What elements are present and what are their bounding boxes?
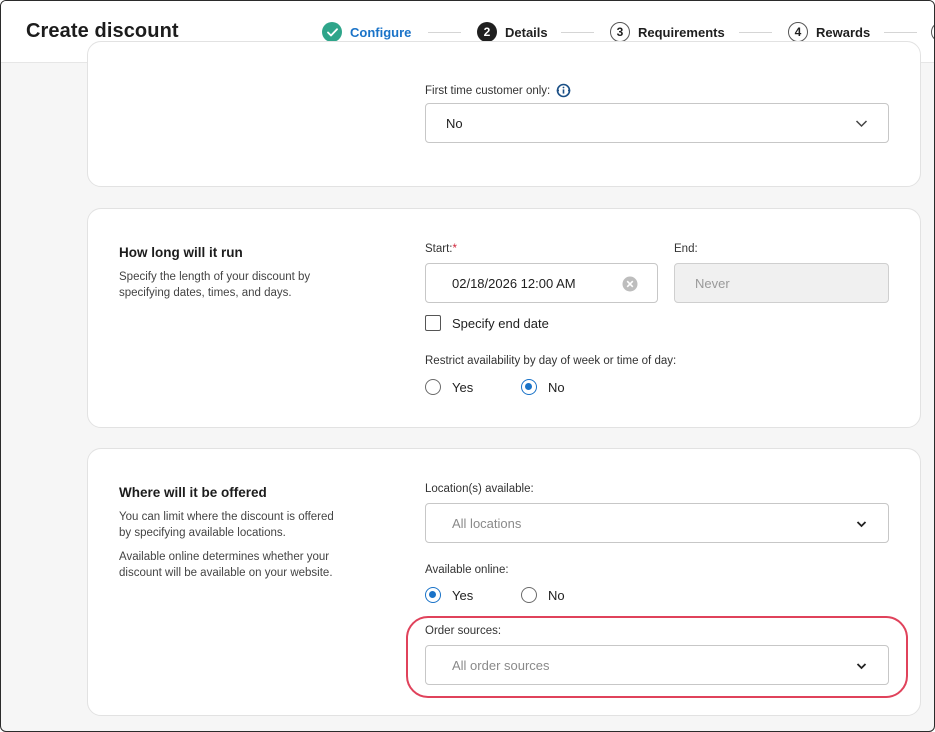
required-mark: * [452, 243, 457, 255]
app-window: Create discount Configure 2 Details 3 Re… [0, 0, 935, 732]
step-number: 3 [610, 22, 630, 42]
start-date-input[interactable]: 02/18/2026 12:00 AM [425, 263, 658, 303]
chevron-down-icon [855, 120, 868, 128]
step-label: Configure [350, 24, 412, 40]
step-rewards[interactable]: 4 Rewards [788, 22, 870, 42]
locations-value: All locations [452, 515, 522, 531]
card-customer: First time customer only: No [87, 41, 921, 187]
locations-label: Location(s) available: [425, 483, 534, 495]
info-icon[interactable] [556, 83, 571, 98]
restrict-no-radio[interactable] [521, 379, 537, 395]
start-label: Start:* [425, 243, 457, 255]
end-label: End: [674, 243, 698, 255]
step-divider [428, 32, 461, 33]
step-next-circle[interactable] [931, 22, 934, 42]
check-icon [322, 22, 342, 42]
step-number: 4 [788, 22, 808, 42]
step-divider [561, 32, 594, 33]
locations-select[interactable]: All locations [425, 503, 889, 543]
card-duration: How long will it run Specify the length … [87, 208, 921, 428]
highlight-annotation [406, 616, 908, 698]
online-yes-radio[interactable] [425, 587, 441, 603]
online-yes-label: Yes [452, 588, 474, 603]
online-label: Available online: [425, 564, 509, 576]
online-no-label: No [548, 588, 565, 603]
start-date-value: 02/18/2026 12:00 AM [452, 275, 576, 291]
section-title: Where will it be offered [119, 485, 267, 500]
step-divider [739, 32, 772, 33]
section-description: You can limit where the discount is offe… [119, 511, 334, 539]
section-title: How long will it run [119, 245, 243, 260]
step-requirements[interactable]: 3 Requirements [610, 22, 725, 42]
restrict-yes-label: Yes [452, 380, 474, 395]
step-details[interactable]: 2 Details [477, 22, 548, 42]
restrict-yes-radio[interactable] [425, 379, 441, 395]
step-label: Rewards [816, 24, 871, 40]
first-time-label-row: First time customer only: [425, 83, 571, 98]
specify-end-label: Specify end date [452, 316, 549, 331]
clear-icon[interactable] [622, 276, 638, 292]
first-time-label: First time customer only: [425, 84, 551, 97]
end-date-value: Never [695, 275, 730, 291]
specify-end-checkbox[interactable] [425, 315, 441, 331]
online-no-radio[interactable] [521, 587, 537, 603]
section-description: Specify the length of your discount by s… [119, 271, 311, 299]
restrict-label: Restrict availability by day of week or … [425, 355, 677, 367]
page-title: Create discount [26, 20, 179, 42]
section-description-2: Available online determines whether your… [119, 551, 333, 579]
chevron-down-icon [856, 521, 867, 528]
first-time-value: No [446, 115, 463, 131]
end-date-input: Never [674, 263, 889, 303]
step-configure[interactable]: Configure [322, 22, 411, 42]
step-label: Requirements [638, 24, 725, 40]
step-divider [884, 32, 917, 33]
step-number: 2 [477, 22, 497, 42]
restrict-no-label: No [548, 380, 565, 395]
step-label: Details [505, 24, 548, 40]
start-label-text: Start: [425, 243, 453, 255]
first-time-select[interactable]: No [425, 103, 889, 143]
